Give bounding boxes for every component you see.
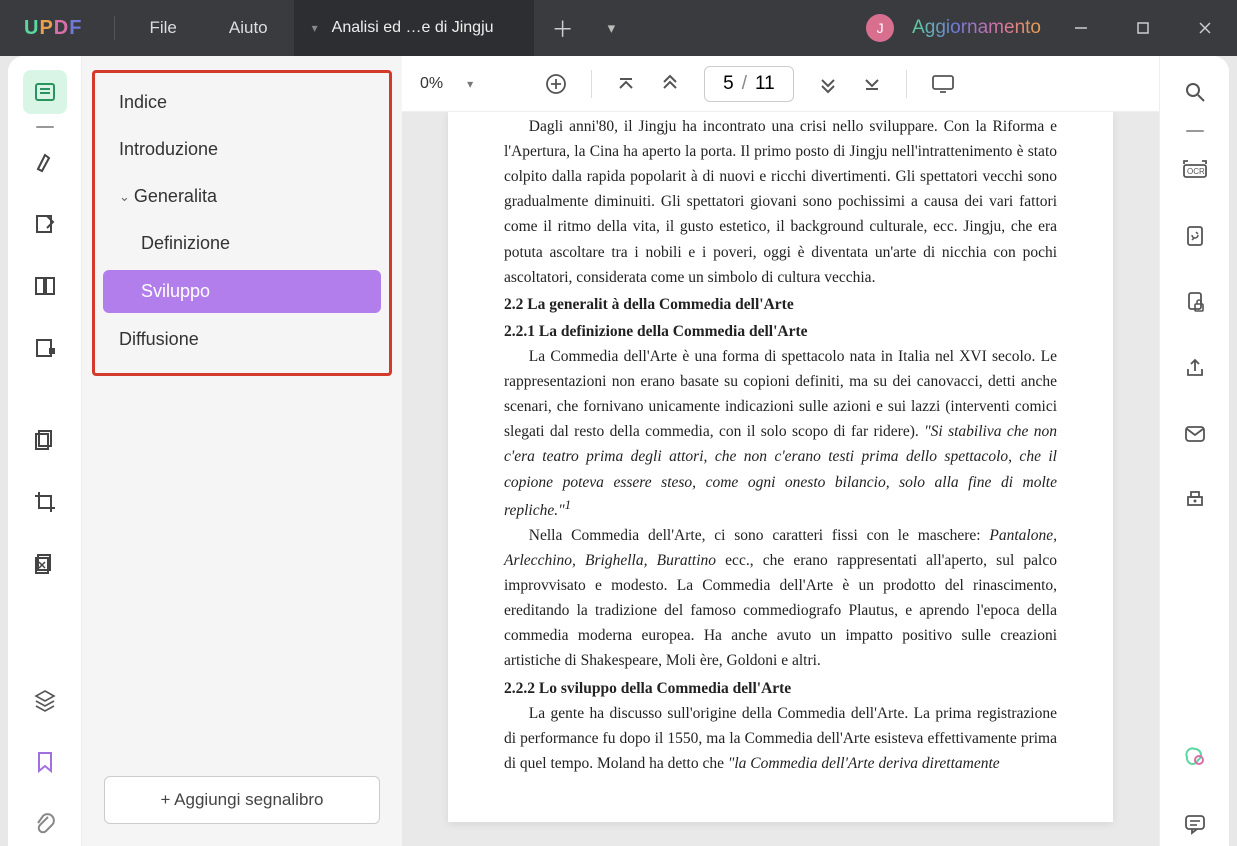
current-page: 5 <box>723 73 734 95</box>
app-logo: UPDF <box>0 17 106 40</box>
tabs-dropdown-icon[interactable]: ▾ <box>592 19 632 37</box>
bookmark-generalita[interactable]: ⌄ Generalita <box>97 173 387 220</box>
bookmarks-icon[interactable] <box>23 740 67 784</box>
new-tab-button[interactable]: ＋ <box>534 12 592 44</box>
zoom-level: 0% <box>420 75 443 93</box>
document-page: Dagli anni'80, il Jingju ha incontrato u… <box>448 112 1113 822</box>
add-page-icon[interactable] <box>545 73 567 95</box>
zoom-dropdown-icon[interactable]: ▾ <box>467 77 473 91</box>
protect-icon[interactable] <box>1173 280 1217 324</box>
prev-page-icon[interactable] <box>660 74 680 94</box>
form-tool-icon[interactable] <box>23 326 67 370</box>
document-viewport[interactable]: Dagli anni'80, il Jingju ha incontrato u… <box>402 112 1159 846</box>
doc-heading: 2.2 La generalit à della Commedia dell'A… <box>504 292 1057 317</box>
first-page-icon[interactable] <box>616 74 636 94</box>
doc-heading: 2.2.1 La definizione della Commedia dell… <box>504 319 1057 344</box>
bookmark-sviluppo[interactable]: Sviluppo <box>103 270 381 313</box>
presentation-icon[interactable] <box>931 74 955 94</box>
email-icon[interactable] <box>1173 412 1217 456</box>
top-toolbar: 0% ▾ 5 / 11 <box>402 56 1159 112</box>
right-tool-rail: OCR <box>1159 56 1229 846</box>
document-tab[interactable]: ▾ Analisi ed …e di Jingju <box>294 0 534 56</box>
svg-text:OCR: OCR <box>1187 167 1205 176</box>
doc-paragraph: La Commedia dell'Arte è una forma di spe… <box>504 344 1057 523</box>
menu-help[interactable]: Aiuto <box>203 18 294 38</box>
bookmarks-panel: Indice Introduzione ⌄ Generalita Definiz… <box>82 56 402 846</box>
comments-icon[interactable] <box>1173 802 1217 846</box>
chevron-down-icon: ⌄ <box>119 189 130 205</box>
add-bookmark-button[interactable]: + Aggiungi segnalibro <box>104 776 380 824</box>
tab-menu-icon[interactable]: ▾ <box>312 21 318 35</box>
left-tool-rail <box>8 56 82 846</box>
convert-icon[interactable] <box>1173 214 1217 258</box>
share-icon[interactable] <box>1173 346 1217 390</box>
doc-paragraph: Nella Commedia dell'Arte, ci sono caratt… <box>504 523 1057 674</box>
user-avatar[interactable]: J <box>866 14 894 42</box>
edit-text-icon[interactable] <box>23 202 67 246</box>
ocr-icon[interactable]: OCR <box>1173 148 1217 192</box>
upgrade-button[interactable]: Aggiornamento <box>912 17 1041 39</box>
doc-heading: 2.2.2 Lo sviluppo della Commedia dell'Ar… <box>504 676 1057 701</box>
app-body: Indice Introduzione ⌄ Generalita Definiz… <box>8 56 1229 846</box>
print-icon[interactable] <box>1173 478 1217 522</box>
menu-file[interactable]: File <box>123 18 202 38</box>
page-layout-icon[interactable] <box>23 264 67 308</box>
attachments-icon[interactable] <box>23 802 67 846</box>
search-icon[interactable] <box>1173 70 1217 114</box>
bookmarks-list-highlight: Indice Introduzione ⌄ Generalita Definiz… <box>92 70 392 376</box>
doc-paragraph: La gente ha discusso sull'origine della … <box>504 701 1057 776</box>
crop-tool-icon[interactable] <box>23 480 67 524</box>
content-area: 0% ▾ 5 / 11 Dagli anni'80, il Jingju ha … <box>402 56 1159 846</box>
bookmark-diffusione[interactable]: Diffusione <box>97 316 387 363</box>
rail-separator <box>36 126 54 128</box>
organize-pages-icon[interactable] <box>23 418 67 462</box>
bookmark-definizione[interactable]: Definizione <box>97 220 387 267</box>
doc-paragraph: Dagli anni'80, il Jingju ha incontrato u… <box>504 114 1057 290</box>
minimize-button[interactable] <box>1059 0 1103 56</box>
highlight-tool-icon[interactable] <box>23 140 67 184</box>
tab-title: Analisi ed …e di Jingju <box>332 19 494 37</box>
maximize-button[interactable] <box>1121 0 1165 56</box>
ai-assistant-icon[interactable] <box>1173 736 1217 780</box>
rail-separator <box>1186 130 1204 132</box>
layers-icon[interactable] <box>23 678 67 722</box>
titlebar: UPDF File Aiuto ▾ Analisi ed …e di Jingj… <box>0 0 1237 56</box>
total-pages: 11 <box>755 73 775 95</box>
last-page-icon[interactable] <box>862 74 882 94</box>
bookmark-indice[interactable]: Indice <box>97 79 387 126</box>
bookmark-introduzione[interactable]: Introduzione <box>97 126 387 173</box>
page-indicator[interactable]: 5 / 11 <box>704 66 794 102</box>
next-page-icon[interactable] <box>818 74 838 94</box>
watermark-tool-icon[interactable] <box>23 542 67 586</box>
close-button[interactable] <box>1183 0 1227 56</box>
reader-mode-icon[interactable] <box>23 70 67 114</box>
